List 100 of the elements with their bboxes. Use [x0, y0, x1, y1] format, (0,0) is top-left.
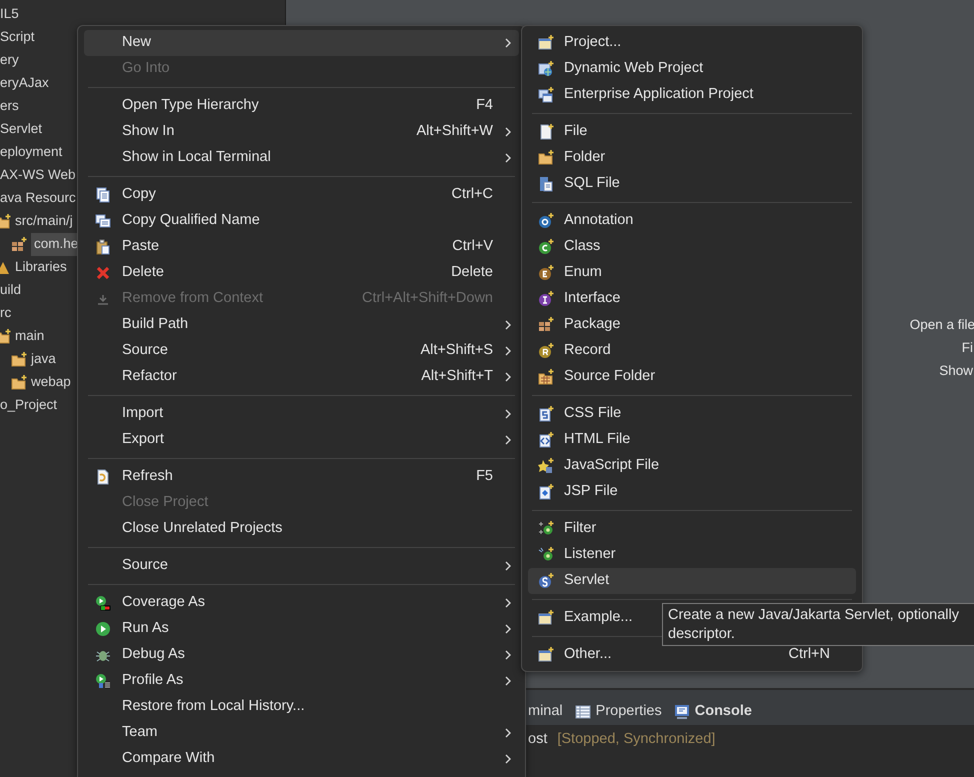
menu-item[interactable]: Close Unrelated Projects — [84, 516, 519, 542]
menu-item[interactable]: Profile As — [84, 668, 519, 694]
hint-text: Open a file — [910, 316, 974, 334]
panel-tab[interactable]: Console — [674, 700, 752, 722]
menu-item[interactable]: Debug As — [84, 642, 519, 668]
tree-item[interactable]: o_Project — [0, 394, 60, 417]
menu-item[interactable]: HTML File — [528, 427, 856, 453]
tree-item[interactable]: Servlet — [0, 118, 46, 141]
menu-item[interactable]: Delete Delete — [84, 260, 519, 286]
menu-item[interactable]: Source — [84, 553, 519, 579]
menu-item[interactable]: Filter — [528, 516, 856, 542]
menu-item[interactable]: Annotation — [528, 208, 856, 234]
menu-item[interactable]: Open Type Hierarchy F4 — [84, 93, 519, 119]
sparkle-icon — [538, 458, 554, 474]
menu-item[interactable]: Source Alt+Shift+S — [84, 338, 519, 364]
monitor-icon — [674, 704, 690, 720]
menu-item[interactable]: Class — [528, 234, 856, 260]
menu-item[interactable]: Servlet — [528, 568, 856, 594]
menu-item[interactable]: SQL File — [528, 171, 856, 197]
folder-icon — [11, 374, 27, 390]
menu-item[interactable]: Compare With — [84, 746, 519, 772]
tree-item[interactable]: src/main/j — [15, 210, 76, 233]
window-icon — [538, 87, 554, 103]
circle-icon — [538, 343, 554, 359]
menu-item[interactable]: File — [528, 119, 856, 145]
menu-item[interactable]: Import — [84, 401, 519, 427]
window-icon — [538, 610, 554, 626]
menu-item[interactable]: Refactor Alt+Shift+T — [84, 364, 519, 390]
circle-icon — [538, 239, 554, 255]
clipboard-icon — [95, 239, 111, 255]
file-icon — [538, 406, 554, 422]
package-icon — [538, 369, 554, 385]
window-icon — [538, 647, 554, 663]
table-icon — [574, 704, 591, 720]
play-icon — [95, 673, 111, 689]
delete-icon — [95, 265, 111, 281]
circle-icon — [538, 213, 554, 229]
menu-item[interactable]: Show In Alt+Shift+W — [84, 119, 519, 145]
tree-item[interactable]: webap — [31, 371, 74, 394]
hint-text: Fi — [962, 339, 973, 357]
menu-item[interactable]: Listener — [528, 542, 856, 568]
menu-item[interactable]: Team — [84, 720, 519, 746]
tree-item[interactable]: ava Resourc — [0, 187, 79, 210]
file-icon — [538, 176, 554, 192]
play-icon — [95, 595, 111, 611]
menu-item[interactable]: Interface — [528, 286, 856, 312]
menu-item[interactable]: Record — [528, 338, 856, 364]
menu-item[interactable]: Enterprise Application Project — [528, 82, 856, 108]
menu-item[interactable]: Run As — [84, 616, 519, 642]
menu-item[interactable]: Source Folder — [528, 364, 856, 390]
tree-item[interactable]: rc — [0, 302, 14, 325]
server-name: ost — [528, 730, 548, 749]
menu-item[interactable]: Restore from Local History... — [84, 694, 519, 720]
panel-tab[interactable]: Properties — [574, 700, 662, 722]
folder-icon — [11, 352, 27, 368]
panel-tab[interactable]: minal — [528, 700, 563, 722]
menu-item[interactable]: Paste Ctrl+V — [84, 234, 519, 260]
tree-item[interactable]: IL5 — [0, 3, 22, 26]
circle-icon — [538, 265, 554, 281]
menu-item[interactable]: Copy Qualified Name — [84, 208, 519, 234]
tree-item[interactable]: java — [31, 348, 59, 371]
file-icon — [538, 124, 554, 140]
folder-icon — [538, 150, 554, 166]
menu-item[interactable]: Dynamic Web Project — [528, 56, 856, 82]
tree-item[interactable]: ery — [0, 49, 22, 72]
package-icon — [538, 317, 554, 333]
menu-item[interactable]: Export — [84, 427, 519, 453]
file-icon — [538, 432, 554, 448]
menu-item[interactable]: CSS File — [528, 401, 856, 427]
menu-item[interactable]: Show in Local Terminal — [84, 145, 519, 171]
menu-item[interactable]: Copy Ctrl+C — [84, 182, 519, 208]
file-icon — [538, 484, 554, 500]
menu-item[interactable]: Coverage As — [84, 590, 519, 616]
tree-item[interactable]: ers — [0, 95, 22, 118]
tooltip: Create a new Java/Jakarta Servlet, optionally descriptor. — [662, 603, 974, 646]
play-icon — [95, 621, 111, 637]
tree-item[interactable]: main — [15, 325, 48, 348]
menu-item[interactable]: JSP File — [528, 479, 856, 505]
tree-item[interactable]: eployment — [0, 141, 66, 164]
tree-item[interactable]: Libraries — [15, 256, 70, 279]
tree-item[interactable]: AX-WS Web — [0, 164, 79, 187]
menu-item[interactable]: Project... — [528, 30, 856, 56]
tree-item[interactable]: Script — [0, 26, 38, 49]
pages-icon — [95, 213, 111, 229]
menu-item[interactable]: Enum — [528, 260, 856, 286]
menu-item[interactable]: New — [84, 30, 519, 56]
tree-item[interactable]: uild — [0, 279, 24, 302]
server-status: [Stopped, Synchronized] — [557, 730, 716, 749]
hint-text: Show — [939, 362, 973, 380]
menu-item[interactable]: Folder — [528, 145, 856, 171]
tree-item[interactable]: eryAJax — [0, 72, 52, 95]
menu-item[interactable]: Refresh F5 — [84, 464, 519, 490]
package-icon — [11, 236, 27, 252]
document-icon — [95, 469, 111, 485]
menu-item[interactable]: Build Path — [84, 312, 519, 338]
menu-item[interactable]: JavaScript File — [528, 453, 856, 479]
pages-icon — [95, 187, 111, 203]
menu-item[interactable]: Package — [528, 312, 856, 338]
circle-icon — [538, 291, 554, 307]
window-icon — [538, 35, 554, 51]
